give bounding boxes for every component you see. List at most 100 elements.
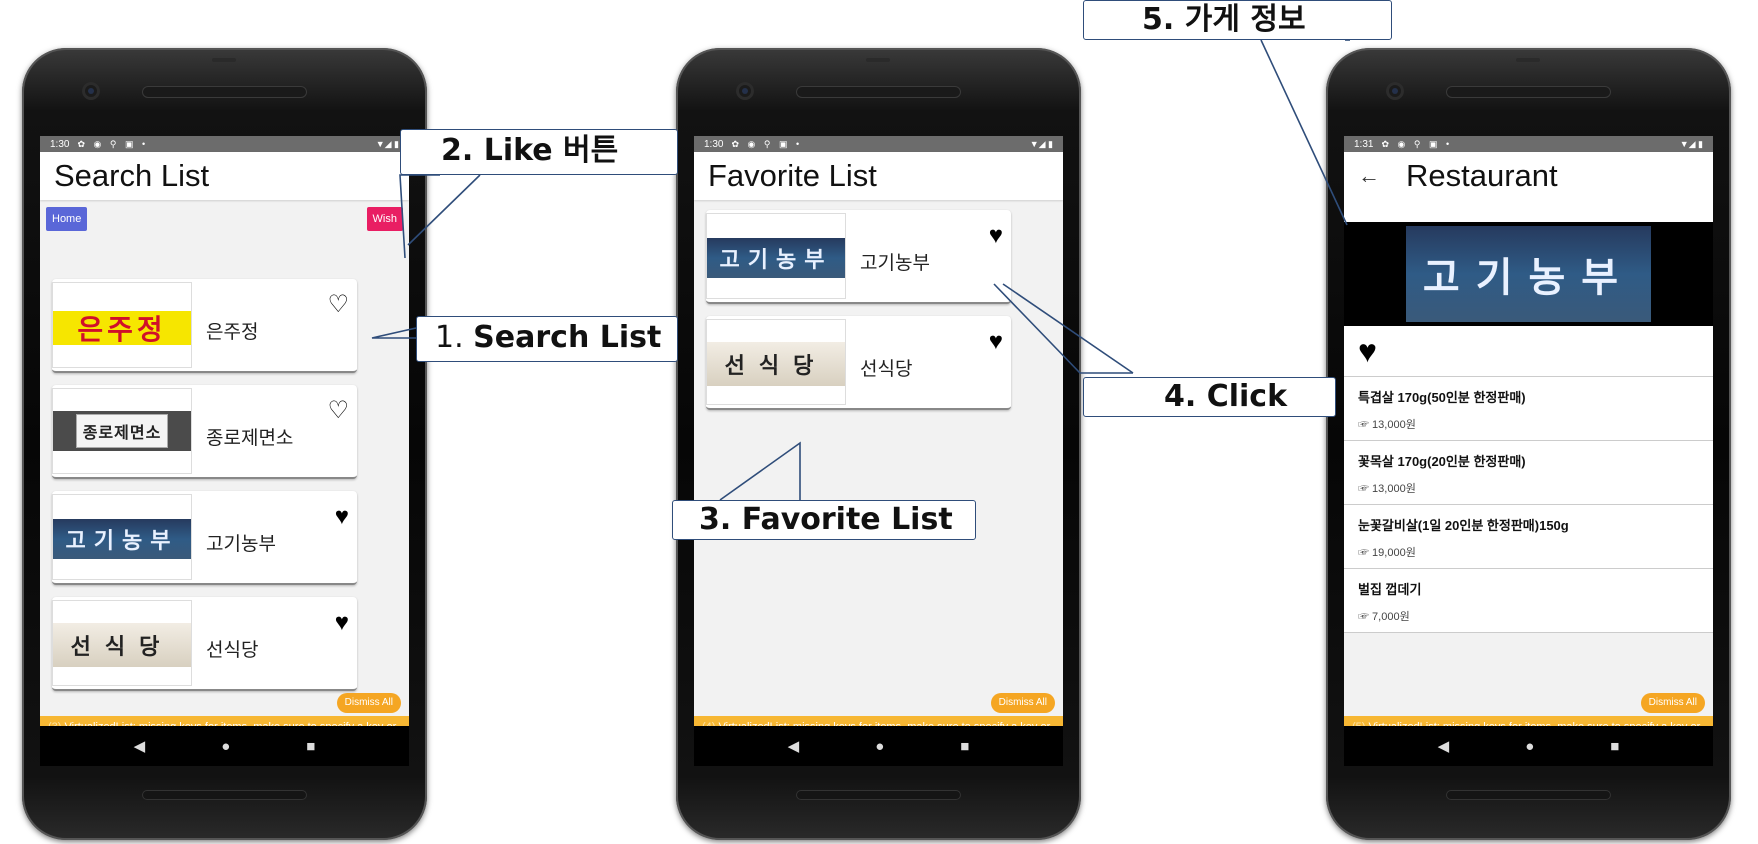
status-time: 1:30 xyxy=(704,138,724,150)
status-bar: 1:30 ✿ ◉ ⚲ ▣ • ▼◢ ▮ xyxy=(694,136,1063,152)
button-row: Home Wish xyxy=(40,200,409,240)
menu-item: 벌집 껍데기 ☞ 7,000원 xyxy=(1344,569,1713,633)
sign-text: 종로제면소 xyxy=(75,414,169,448)
status-notification-icons: ✿ ◉ ⚲ ▣ • xyxy=(731,138,803,149)
list-item[interactable]: 고기농부 고기농부 ♥ xyxy=(52,491,357,585)
callout-text: Search List xyxy=(473,320,662,355)
restaurant-thumbnail: 고기농부 xyxy=(706,213,846,299)
nav-back-icon[interactable]: ◀ xyxy=(134,737,146,755)
phone-speaker xyxy=(142,86,307,98)
restaurant-thumbnail: 선식당 xyxy=(706,319,846,405)
nav-recent-icon[interactable]: ■ xyxy=(306,738,315,755)
heart-filled-icon[interactable]: ♥ xyxy=(989,224,1003,248)
status-bar: 1:31 ✿ ◉ ⚲ ▣ • ▼◢ ▮ xyxy=(1344,136,1713,152)
phone-restaurant: 1:31 ✿ ◉ ⚲ ▣ • ▼◢ ▮ ← Restaurant 고기농부 ♥ … xyxy=(1326,48,1731,840)
menu-item-price: ☞ 7,000원 xyxy=(1358,611,1410,623)
restaurant-thumbnail: 은주정 xyxy=(52,282,192,368)
page-title: ← Restaurant xyxy=(1344,152,1713,200)
sign-text: 선식당 xyxy=(707,342,845,386)
signal-battery-icon: ▼◢ ▮ xyxy=(1679,138,1703,149)
heart-filled-icon[interactable]: ♥ xyxy=(335,611,349,635)
phone-speaker-top xyxy=(1516,58,1540,62)
callout-favorite-list: 3. Favorite List xyxy=(672,500,976,540)
list-item[interactable]: 은주정 은주정 ♡ xyxy=(52,279,357,373)
camera-icon xyxy=(82,82,100,100)
like-row: ♥ xyxy=(1344,326,1713,377)
heart-outline-icon[interactable]: ♡ xyxy=(327,399,349,423)
status-notification-icons: ✿ ◉ ⚲ ▣ • xyxy=(77,138,149,149)
sign-text: 고기농부 xyxy=(53,519,191,559)
nav-recent-icon[interactable]: ■ xyxy=(960,738,969,755)
restaurant-name: 선식당 xyxy=(206,640,259,661)
list-item[interactable]: 고기농부 고기농부 ♥ xyxy=(706,210,1011,304)
phone-favorite-list: 1:30 ✿ ◉ ⚲ ▣ • ▼◢ ▮ Favorite List 고기농부 고… xyxy=(676,48,1081,840)
list-item[interactable]: 종로제면소 종로제면소 ♡ xyxy=(52,385,357,479)
restaurant-name: 종로제면소 xyxy=(206,428,294,449)
nav-home-icon[interactable]: ● xyxy=(875,738,884,755)
list-item[interactable]: 선식당 선식당 ♥ xyxy=(706,316,1011,410)
menu-item-price: ☞ 13,000원 xyxy=(1358,419,1416,431)
phone-speaker xyxy=(796,86,961,98)
page-title: Favorite List xyxy=(694,152,1063,200)
nav-back-icon[interactable]: ◀ xyxy=(788,737,800,755)
callout-number: 1. xyxy=(435,320,474,355)
dismiss-all-button[interactable]: Dismiss All xyxy=(990,693,1055,713)
restaurant-thumbnail: 고기농부 xyxy=(52,494,192,580)
status-notification-icons: ✿ ◉ ⚲ ▣ • xyxy=(1381,138,1453,149)
list-item[interactable]: 선식당 선식당 ♥ xyxy=(52,597,357,691)
nav-home-icon[interactable]: ● xyxy=(221,738,230,755)
nav-back-icon[interactable]: ◀ xyxy=(1438,737,1450,755)
restaurant-thumbnail: 종로제면소 xyxy=(52,388,192,474)
heart-outline-icon[interactable]: ♡ xyxy=(327,293,349,317)
banner-area xyxy=(1344,200,1713,222)
menu-item-name: 꽃목살 170g(20인분 한정판매) xyxy=(1358,454,1526,469)
phone-chin-speaker xyxy=(1446,790,1611,800)
status-time: 1:31 xyxy=(1354,138,1374,150)
sign-text: 고기농부 xyxy=(1406,226,1651,322)
menu-item-price: ☞ 13,000원 xyxy=(1358,483,1416,495)
callout-search-list: 1. Search List xyxy=(416,316,678,362)
nav-home-icon[interactable]: ● xyxy=(1525,738,1534,755)
callout-like-button: 2. Like 버튼 xyxy=(400,129,678,175)
back-arrow-icon[interactable]: ← xyxy=(1358,163,1380,189)
phone-speaker-top xyxy=(866,58,890,62)
menu-item: 특겹살 170g(50인분 한정판매) ☞ 13,000원 xyxy=(1344,377,1713,441)
restaurant-name: 고기농부 xyxy=(860,253,930,274)
wish-button[interactable]: Wish xyxy=(366,207,403,231)
dismiss-all-button[interactable]: Dismiss All xyxy=(336,693,401,713)
nav-recent-icon[interactable]: ■ xyxy=(1610,738,1619,755)
status-bar: 1:30 ✿ ◉ ⚲ ▣ • ▼◢ ▮ xyxy=(40,136,409,152)
signal-battery-icon: ▼◢ ▮ xyxy=(375,138,399,149)
menu-item-price: ☞ 19,000원 xyxy=(1358,547,1416,559)
menu-item: 눈꽃갈비살(1일 20인분 한정판매)150g ☞ 19,000원 xyxy=(1344,505,1713,569)
dismiss-all-button[interactable]: Dismiss All xyxy=(1640,693,1705,713)
home-button[interactable]: Home xyxy=(46,207,88,231)
heart-filled-icon[interactable]: ♥ xyxy=(1358,333,1377,370)
callout-click: 4. Click xyxy=(1083,377,1336,417)
android-nav-bar: ◀ ● ■ xyxy=(1344,726,1713,766)
sign-text: 선식당 xyxy=(53,623,191,667)
phone-speaker xyxy=(1446,86,1611,98)
status-time: 1:30 xyxy=(50,138,70,150)
phone-chin-speaker xyxy=(796,790,961,800)
sign-board: 종로제면소 xyxy=(53,411,191,451)
menu-item: 꽃목살 170g(20인분 한정판매) ☞ 13,000원 xyxy=(1344,441,1713,505)
android-nav-bar: ◀ ● ■ xyxy=(694,726,1063,766)
restaurant-name: 은주정 xyxy=(206,322,259,343)
android-nav-bar: ◀ ● ■ xyxy=(40,726,409,766)
sign-text: 은주정 xyxy=(53,311,191,345)
menu-item-name: 특겹살 170g(50인분 한정판매) xyxy=(1358,390,1526,405)
camera-icon xyxy=(1386,82,1404,100)
heart-filled-icon[interactable]: ♥ xyxy=(335,505,349,529)
heart-filled-icon[interactable]: ♥ xyxy=(989,330,1003,354)
restaurant-name: 고기농부 xyxy=(206,534,276,555)
page-title-text: Restaurant xyxy=(1406,158,1558,193)
phone-chin-speaker xyxy=(142,790,307,800)
menu-item-name: 눈꽃갈비살(1일 20인분 한정판매)150g xyxy=(1358,518,1569,533)
menu-item-name: 벌집 껍데기 xyxy=(1358,582,1422,597)
screen-favorite-list: 1:30 ✿ ◉ ⚲ ▣ • ▼◢ ▮ Favorite List 고기농부 고… xyxy=(694,136,1063,766)
page-title: Search List xyxy=(40,152,409,200)
screen-restaurant: 1:31 ✿ ◉ ⚲ ▣ • ▼◢ ▮ ← Restaurant 고기농부 ♥ … xyxy=(1344,136,1713,766)
screen-search-list: 1:30 ✿ ◉ ⚲ ▣ • ▼◢ ▮ Search List Home Wis… xyxy=(40,136,409,766)
sign-text: 고기농부 xyxy=(707,238,845,278)
